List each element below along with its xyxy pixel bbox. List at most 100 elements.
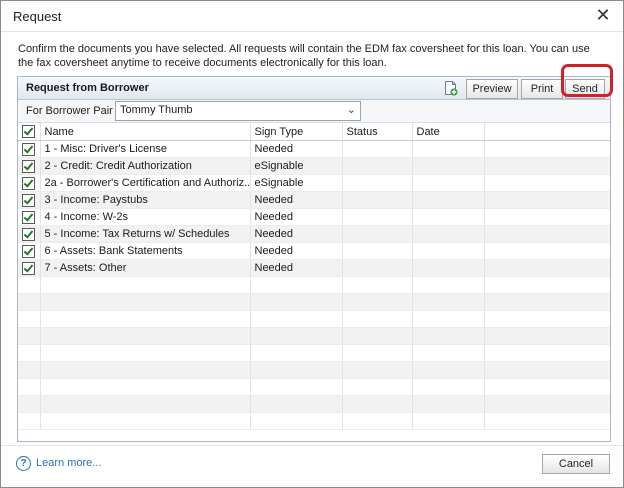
table-row[interactable]: 2 - Credit: Credit Authorization eSignabl… — [18, 157, 610, 175]
dialog-title: Request — [13, 9, 62, 24]
column-header-status[interactable]: Status — [342, 123, 413, 141]
name-cell — [40, 378, 251, 396]
print-button[interactable]: Print — [521, 79, 563, 99]
row-checkbox[interactable] — [22, 142, 35, 156]
date-cell — [412, 242, 485, 260]
row-checkbox[interactable] — [22, 159, 35, 173]
name-cell — [40, 327, 251, 345]
borrower-pair-select[interactable]: Tommy Thumb ⌄ — [115, 101, 361, 121]
select-cell — [18, 191, 41, 209]
sign-type-cell — [250, 276, 343, 294]
select-cell — [18, 344, 41, 362]
status-cell — [342, 208, 413, 226]
status-cell — [342, 225, 413, 243]
status-cell — [342, 395, 413, 413]
table-row[interactable]: 2a - Borrower's Certification and Author… — [18, 174, 610, 192]
send-button[interactable]: Send — [565, 79, 605, 99]
learn-more-link[interactable]: Learn more... — [36, 457, 101, 469]
select-cell — [18, 174, 41, 192]
column-header-name[interactable]: Name — [40, 123, 251, 141]
preview-button[interactable]: Preview — [466, 79, 518, 99]
empty-row — [18, 361, 610, 379]
borrower-pair-row: For Borrower Pair Tommy Thumb ⌄ — [18, 100, 610, 123]
column-header-filler — [484, 123, 610, 141]
sign-type-cell — [250, 412, 343, 430]
select-cell — [18, 395, 41, 413]
status-cell — [342, 259, 413, 277]
filler-cell — [484, 242, 610, 260]
help-icon[interactable]: ? — [16, 456, 31, 471]
row-checkbox[interactable] — [22, 193, 35, 207]
name-cell: 2a - Borrower's Certification and Author… — [40, 174, 251, 192]
row-checkbox[interactable] — [22, 176, 35, 190]
empty-row — [18, 344, 610, 362]
sign-type-cell: eSignable — [250, 174, 343, 192]
table-row[interactable]: 6 - Assets: Bank Statements Needed — [18, 242, 610, 260]
date-cell — [412, 276, 485, 294]
name-cell: 2 - Credit: Credit Authorization — [40, 157, 251, 175]
empty-row — [18, 412, 610, 430]
table-row[interactable]: 1 - Misc: Driver's License Needed — [18, 140, 610, 158]
status-cell — [342, 276, 413, 294]
date-cell — [412, 225, 485, 243]
date-cell — [412, 327, 485, 345]
select-cell — [18, 327, 41, 345]
name-cell — [40, 276, 251, 294]
name-cell — [40, 344, 251, 362]
date-cell — [412, 344, 485, 362]
table-row[interactable]: 4 - Income: W-2s Needed — [18, 208, 610, 226]
row-checkbox[interactable] — [22, 210, 35, 224]
date-cell — [412, 361, 485, 379]
sign-type-cell — [250, 378, 343, 396]
add-document-icon[interactable] — [444, 81, 458, 96]
sign-type-cell — [250, 344, 343, 362]
name-cell: 6 - Assets: Bank Statements — [40, 242, 251, 260]
table-row[interactable]: 7 - Assets: Other Needed — [18, 259, 610, 277]
column-header-date[interactable]: Date — [412, 123, 485, 141]
select-cell — [18, 276, 41, 294]
close-icon[interactable]: ✕ — [593, 5, 613, 25]
table-row[interactable]: 5 - Income: Tax Returns w/ Schedules Need… — [18, 225, 610, 243]
filler-cell — [484, 191, 610, 209]
panel-header: Request from Borrower Preview Print Send — [18, 77, 610, 100]
status-cell — [342, 327, 413, 345]
status-cell — [342, 412, 413, 430]
row-checkbox[interactable] — [22, 227, 35, 241]
sign-type-cell: Needed — [250, 259, 343, 277]
filler-cell — [484, 344, 610, 362]
select-all-checkbox[interactable] — [22, 125, 35, 138]
table-row[interactable]: 3 - Income: Paystubs Needed — [18, 191, 610, 209]
status-cell — [342, 191, 413, 209]
status-cell — [342, 174, 413, 192]
filler-cell — [484, 174, 610, 192]
cancel-button[interactable]: Cancel — [542, 454, 610, 474]
sign-type-cell: Needed — [250, 191, 343, 209]
status-cell — [342, 242, 413, 260]
footer-divider — [1, 445, 623, 446]
status-cell — [342, 157, 413, 175]
status-cell — [342, 361, 413, 379]
filler-cell — [484, 225, 610, 243]
empty-row — [18, 395, 610, 413]
sign-type-cell — [250, 395, 343, 413]
row-checkbox[interactable] — [22, 244, 35, 258]
select-cell — [18, 208, 41, 226]
select-cell — [18, 412, 41, 430]
select-cell — [18, 140, 41, 158]
column-header-sign-type[interactable]: Sign Type — [250, 123, 343, 141]
name-cell — [40, 412, 251, 430]
name-cell: 3 - Income: Paystubs — [40, 191, 251, 209]
table-header-row: Name Sign Type Status Date — [18, 123, 610, 141]
filler-cell — [484, 412, 610, 430]
date-cell — [412, 412, 485, 430]
date-cell — [412, 310, 485, 328]
select-cell — [18, 310, 41, 328]
date-cell — [412, 157, 485, 175]
select-cell — [18, 361, 41, 379]
filler-cell — [484, 361, 610, 379]
filler-cell — [484, 276, 610, 294]
row-checkbox[interactable] — [22, 261, 35, 275]
empty-row — [18, 293, 610, 311]
name-cell — [40, 293, 251, 311]
sign-type-cell — [250, 293, 343, 311]
